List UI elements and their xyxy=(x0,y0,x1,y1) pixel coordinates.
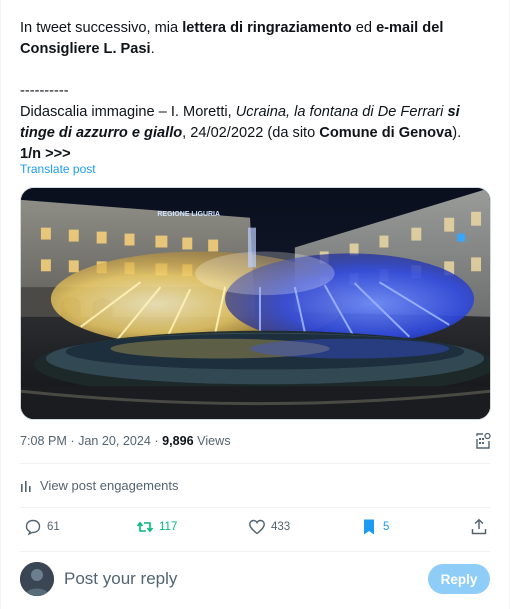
view-engagements-label: View post engagements xyxy=(40,478,179,493)
repost-action[interactable]: 117 xyxy=(136,518,177,536)
fountain-photo: REGIONE LIGURIA xyxy=(21,188,490,419)
tweet-detail-card: In tweet successivo, mia lettera di ring… xyxy=(0,0,510,609)
image-caption: Didascalia immagine – I. Moretti, Ucrain… xyxy=(20,104,462,141)
divider xyxy=(20,551,490,552)
user-avatar[interactable] xyxy=(20,562,54,596)
bookmark-filled-icon xyxy=(364,519,374,535)
view-engagements-link[interactable]: View post engagements xyxy=(20,478,179,493)
reply-icon xyxy=(25,519,41,536)
divider xyxy=(20,463,490,464)
tweet-text: In tweet successivo, mia lettera di ring… xyxy=(20,18,495,165)
bold-text: lettera di ringraziamento xyxy=(182,20,352,36)
translate-post-link[interactable]: Translate post xyxy=(20,162,96,176)
like-count: 433 xyxy=(271,521,291,533)
post-time[interactable]: 7:08 PM xyxy=(20,434,67,448)
bar-chart-icon xyxy=(21,480,31,492)
reply-button[interactable]: Reply xyxy=(428,564,490,594)
repost-count: 117 xyxy=(159,521,178,533)
separator-line: ---------- xyxy=(20,83,69,99)
share-action[interactable] xyxy=(470,518,488,536)
bold-text: Comune di Genova xyxy=(319,125,453,141)
like-action[interactable]: 433 xyxy=(248,518,290,536)
post-date[interactable]: Jan 20, 2024 xyxy=(78,434,151,448)
tweet-paragraph-1: In tweet successivo, mia lettera di ring… xyxy=(20,20,444,57)
reply-input[interactable] xyxy=(64,567,404,591)
divider xyxy=(20,507,490,508)
tweet-photo[interactable]: REGIONE LIGURIA xyxy=(20,187,491,420)
action-bar: 61 117 433 5 xyxy=(20,518,491,540)
bookmark-count: 5 xyxy=(383,521,390,533)
heart-icon xyxy=(249,519,265,535)
grok-analyze-icon[interactable] xyxy=(474,432,492,450)
post-metadata: 7:08 PM · Jan 20, 2024 · 9,896 Views xyxy=(20,434,231,448)
reply-count: 61 xyxy=(47,521,60,533)
share-icon xyxy=(471,518,487,535)
building-sign: REGIONE LIGURIA xyxy=(157,211,220,218)
bookmark-action[interactable]: 5 xyxy=(360,518,389,536)
views-count: 9,896 xyxy=(162,434,194,448)
repost-icon xyxy=(136,521,154,533)
reply-action[interactable]: 61 xyxy=(24,518,60,536)
views-label: Views xyxy=(193,434,231,448)
